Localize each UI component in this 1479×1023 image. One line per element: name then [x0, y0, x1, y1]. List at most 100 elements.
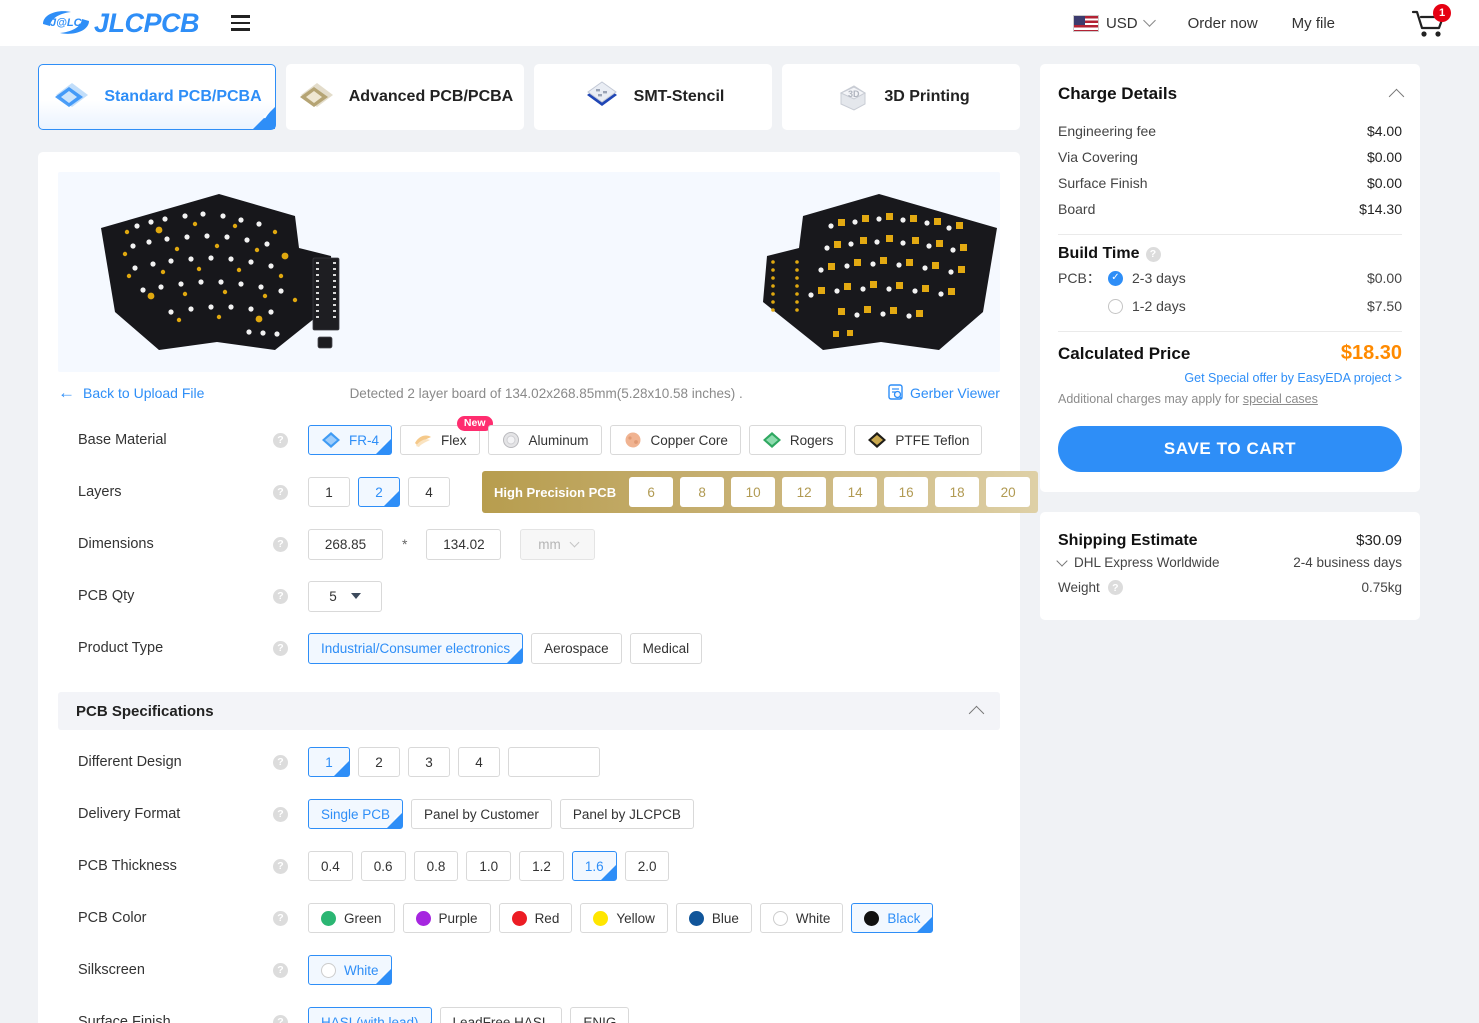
divider: [1058, 331, 1402, 332]
option-different-design-3[interactable]: 3: [408, 747, 450, 777]
help-icon-pcb-thickness[interactable]: ?: [273, 858, 288, 874]
option-different-design-1[interactable]: 1: [308, 747, 350, 777]
tab-advanced-pcb-pcba[interactable]: Advanced PCB/PCBA: [286, 64, 524, 130]
option-layers-4[interactable]: 4: [408, 477, 450, 507]
help-icon-different-design[interactable]: ?: [273, 754, 288, 770]
divider: [1058, 234, 1402, 235]
dimension-unit-select[interactable]: mm: [520, 528, 596, 560]
tab-smt-stencil[interactable]: SMT-Stencil: [534, 64, 772, 130]
option-pcb-color-green[interactable]: Green: [308, 903, 395, 933]
option-pcb-color-black[interactable]: Black: [851, 903, 934, 933]
currency-selector[interactable]: USD: [1072, 14, 1156, 32]
nav-my-file[interactable]: My file: [1292, 15, 1335, 32]
hamburger-menu-icon[interactable]: [231, 15, 251, 31]
option-product-type-industrial-consumer-electronics[interactable]: Industrial/Consumer electronics: [308, 632, 524, 664]
option-base-material-aluminum[interactable]: Aluminum: [487, 425, 602, 455]
help-icon-dimensions[interactable]: ?: [273, 536, 288, 552]
shipping-eta: 2-4 business days: [1293, 555, 1402, 570]
option-base-material-copper-core[interactable]: Copper Core: [609, 425, 741, 455]
pcb-specifications-header[interactable]: PCB Specifications: [58, 692, 1000, 730]
help-icon-weight[interactable]: ?: [1107, 580, 1123, 595]
option-delivery-format-panel-by-jlcpcb[interactable]: Panel by JLCPCB: [559, 799, 694, 829]
chevron-up-icon[interactable]: [1388, 88, 1405, 104]
charge-value: $0.00: [1366, 175, 1402, 191]
option-surface-finish-hasl-with-lead[interactable]: HASL(with lead): [308, 1006, 432, 1023]
option-surface-finish-leadfree-hasl[interactable]: LeadFree HASL: [439, 1006, 563, 1023]
option-base-material-fr4[interactable]: FR-4: [308, 425, 392, 455]
label-pcb-color: PCB Color: [78, 910, 147, 926]
nav-order-now[interactable]: Order now: [1188, 15, 1258, 32]
brand-logo[interactable]: J@LC JLCPCB: [40, 8, 200, 39]
radio-1-2-days[interactable]: [1108, 298, 1123, 314]
option-layers-18[interactable]: 18: [935, 477, 980, 507]
build-time-option-1-2-days[interactable]: 1-2 days $7.50: [1058, 293, 1402, 319]
option-layers-10[interactable]: 10: [731, 477, 776, 507]
help-icon-product-type[interactable]: ?: [273, 640, 288, 656]
option-pcb-color-purple[interactable]: Purple: [402, 903, 491, 933]
additional-charges-note: Additional charges may apply for special…: [1058, 392, 1402, 406]
shopping-cart-icon[interactable]: 1: [1409, 4, 1451, 40]
option-pcb-color-red[interactable]: Red: [498, 903, 573, 933]
tab-standard-pcb-pcba[interactable]: Standard PCB/PCBA: [38, 64, 276, 130]
easyeda-offer-link[interactable]: Get Special offer by EasyEDA project >: [1058, 371, 1402, 385]
build-time-option-2-3-days[interactable]: PCB： 2-3 days $0.00: [1058, 263, 1402, 293]
special-cases-link[interactable]: special cases: [1243, 392, 1318, 406]
option-product-type-aerospace[interactable]: Aerospace: [531, 632, 622, 664]
radio-2-3-days[interactable]: [1108, 270, 1123, 286]
option-pcb-thickness-2-0[interactable]: 2.0: [624, 851, 670, 881]
dimension-width-input[interactable]: [308, 528, 383, 560]
tab-3d-printing[interactable]: 3D 3D Printing: [782, 64, 1020, 130]
back-to-upload-file-link[interactable]: ← Back to Upload File: [58, 383, 204, 403]
option-pcb-thickness-0-4[interactable]: 0.4: [308, 851, 353, 881]
svg-text:J@LC: J@LC: [50, 17, 83, 29]
option-pcb-thickness-0-6[interactable]: 0.6: [360, 851, 406, 881]
option-layers-16[interactable]: 16: [884, 477, 929, 507]
different-design-custom-input[interactable]: [508, 747, 600, 777]
charge-row-engineering-fee: Engineering fee $4.00: [1058, 118, 1402, 144]
option-pcb-thickness-1-2[interactable]: 1.2: [519, 851, 564, 881]
option-base-material-ptfe-teflon[interactable]: PTFE Teflon: [854, 425, 983, 455]
label-delivery-format: Delivery Format: [78, 806, 181, 822]
option-layers-8[interactable]: 8: [680, 477, 725, 507]
option-delivery-format-panel-by-customer[interactable]: Panel by Customer: [411, 799, 552, 829]
option-different-design-2[interactable]: 2: [358, 747, 400, 777]
option-base-material-rogers[interactable]: Rogers: [748, 425, 847, 455]
dimension-height-input[interactable]: [426, 528, 502, 560]
option-delivery-format-single-pcb[interactable]: Single PCB: [308, 799, 404, 829]
option-layers-2[interactable]: 2: [358, 477, 400, 507]
help-icon-delivery-format[interactable]: ?: [273, 806, 288, 822]
help-icon-surface-finish[interactable]: ?: [273, 1014, 288, 1023]
gerber-viewer-link[interactable]: Gerber Viewer: [888, 383, 1000, 403]
help-icon-silkscreen[interactable]: ?: [273, 962, 288, 978]
chevron-down-icon[interactable]: [1056, 554, 1068, 567]
option-pcb-thickness-0-8[interactable]: 0.8: [413, 851, 459, 881]
option-pcb-color-yellow[interactable]: Yellow: [580, 903, 668, 933]
option-base-material-flex[interactable]: Flex New: [400, 416, 493, 455]
save-to-cart-button[interactable]: SAVE TO CART: [1058, 426, 1402, 472]
row-surface-finish: Surface Finish ? HASL(with lead) LeadFre…: [58, 996, 1000, 1023]
pcb-qty-select[interactable]: 5: [308, 580, 382, 612]
chevron-up-icon[interactable]: [968, 705, 985, 721]
option-layers-6[interactable]: 6: [629, 477, 674, 507]
option-layers-14[interactable]: 14: [833, 477, 878, 507]
option-pcb-thickness-1-0[interactable]: 1.0: [466, 851, 512, 881]
option-pcb-thickness-1-6[interactable]: 1.6: [571, 851, 617, 881]
standard-pcb-icon: [52, 80, 92, 114]
shipping-carrier-row[interactable]: DHL Express Worldwide 2-4 business days: [1056, 550, 1402, 575]
option-layers-20[interactable]: 20: [986, 477, 1031, 507]
help-icon-build-time[interactable]: ?: [1145, 246, 1161, 262]
option-product-type-medical[interactable]: Medical: [629, 632, 703, 664]
label-pcb-thickness: PCB Thickness: [78, 858, 177, 874]
help-icon-layers[interactable]: ?: [273, 484, 288, 500]
option-pcb-color-white[interactable]: White: [759, 903, 844, 933]
help-icon-pcb-qty[interactable]: ?: [273, 588, 288, 604]
help-icon-base-material[interactable]: ?: [273, 432, 288, 448]
option-silkscreen-white[interactable]: White: [308, 955, 392, 985]
option-layers-12[interactable]: 12: [782, 477, 827, 507]
option-different-design-4[interactable]: 4: [458, 747, 500, 777]
label-pcb-qty: PCB Qty: [78, 588, 135, 604]
option-layers-1[interactable]: 1: [308, 477, 350, 507]
help-icon-pcb-color[interactable]: ?: [273, 910, 288, 926]
option-pcb-color-blue[interactable]: Blue: [675, 903, 752, 933]
option-surface-finish-enig[interactable]: ENIG: [570, 1006, 630, 1023]
